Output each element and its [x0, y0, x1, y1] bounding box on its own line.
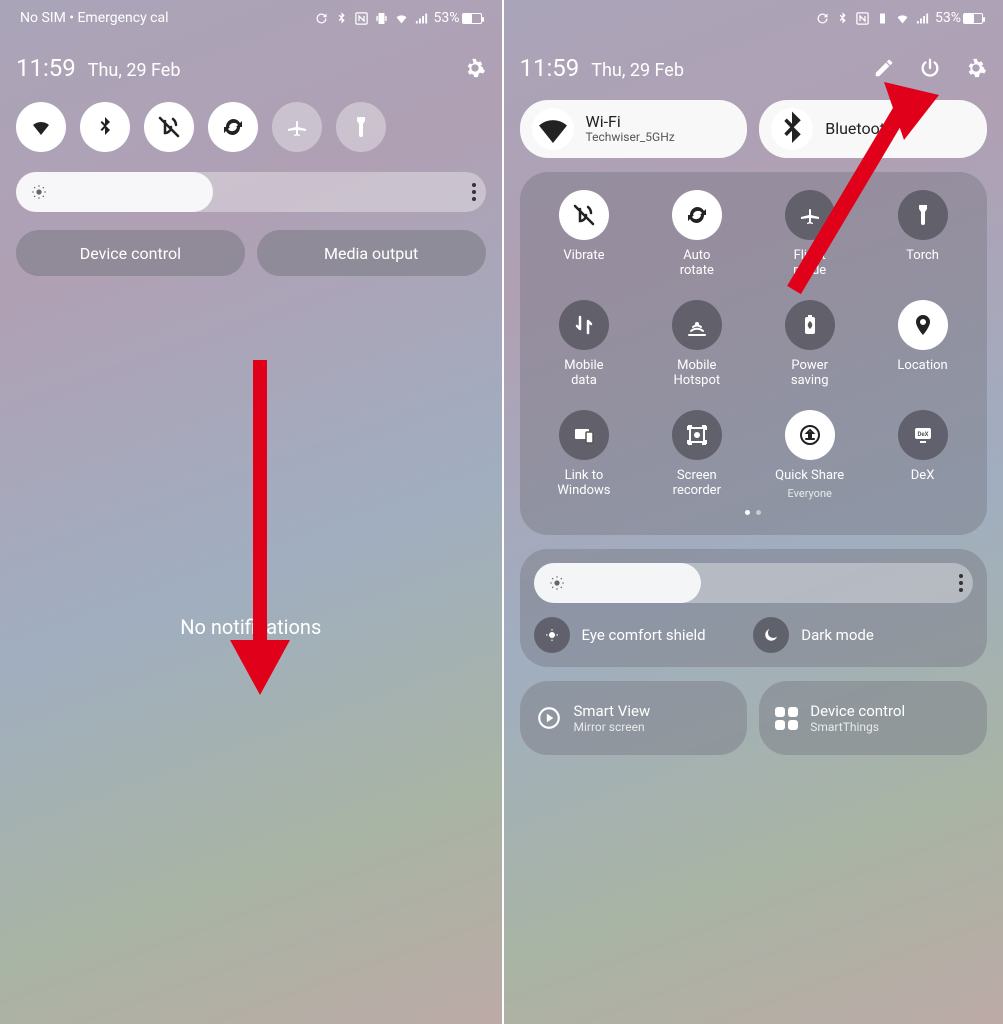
- status-bar: No SIM • Emergency cal 53%: [16, 0, 486, 32]
- signal-icon: [414, 11, 429, 26]
- location-tile[interactable]: Location: [866, 300, 979, 388]
- bluetooth-tile[interactable]: Bluetooth: [759, 100, 987, 158]
- dex-tile[interactable]: DeX DeX: [866, 410, 979, 500]
- bluetooth-icon: [835, 11, 850, 26]
- clock-row: 11:59 Thu, 29 Feb: [520, 54, 988, 82]
- eye-comfort-toggle[interactable]: Eye comfort shield: [534, 617, 754, 653]
- wifi-tile[interactable]: Wi-FiTechwiser_5GHz: [520, 100, 748, 158]
- battery-indicator: 53%: [935, 10, 983, 26]
- tile-label: Autorotate: [680, 248, 714, 278]
- quick-settings-grid: Vibrate Autorotate Flightmode Torch Mobi…: [520, 172, 988, 535]
- tile-subtitle: SmartThings: [810, 720, 905, 734]
- vibrate-icon: [875, 11, 890, 26]
- tile-label: Location: [897, 358, 947, 373]
- brightness-slider[interactable]: [16, 172, 486, 212]
- power-icon[interactable]: [919, 57, 941, 79]
- device-control-tile[interactable]: Device controlSmartThings: [759, 681, 987, 755]
- tile-title: Device control: [810, 702, 905, 720]
- torch-tile[interactable]: Torch: [866, 190, 979, 278]
- battery-indicator: 53%: [434, 10, 482, 26]
- vibrate-toggle[interactable]: [144, 102, 194, 152]
- sync-icon: [314, 11, 329, 26]
- tile-label: DeX: [911, 468, 935, 483]
- status-no-sim: No SIM • Emergency cal: [20, 10, 169, 26]
- brightness-more-icon[interactable]: [472, 183, 476, 201]
- wifi-toggle[interactable]: [16, 102, 66, 152]
- screen-recorder-tile[interactable]: Screenrecorder: [640, 410, 753, 500]
- signal-icon: [915, 11, 930, 26]
- torch-toggle[interactable]: [336, 102, 386, 152]
- clock-row: 11:59 Thu, 29 Feb: [16, 54, 486, 82]
- tile-label: Torch: [906, 248, 939, 263]
- smart-view-tile[interactable]: Smart ViewMirror screen: [520, 681, 748, 755]
- wifi-icon: [895, 11, 910, 26]
- no-notifications-label: No notifications: [0, 615, 502, 639]
- airplane-toggle[interactable]: [272, 102, 322, 152]
- vibrate-tile[interactable]: Vibrate: [528, 190, 641, 278]
- tile-label: Quick Share: [775, 468, 844, 483]
- mobile-hotspot-tile[interactable]: MobileHotspot: [640, 300, 753, 388]
- tile-label: MobileHotspot: [674, 358, 721, 388]
- smart-view-icon: [536, 705, 562, 731]
- clock-date: Thu, 29 Feb: [591, 60, 684, 81]
- device-control-icon: [775, 707, 798, 730]
- flight-mode-tile[interactable]: Flightmode: [753, 190, 866, 278]
- wifi-icon: [394, 11, 409, 26]
- quick-settings-expanded: 53% 11:59 Thu, 29 Feb Wi-FiTechwiser_5GH…: [502, 0, 1003, 1024]
- nfc-icon: [354, 11, 369, 26]
- wifi-title: Wi-Fi: [586, 113, 675, 131]
- media-output-button[interactable]: Media output: [257, 230, 486, 276]
- nfc-icon: [855, 11, 870, 26]
- quick-toggles-row: [16, 102, 486, 152]
- status-bar: 53%: [520, 0, 988, 32]
- brightness-low-icon: [30, 183, 48, 201]
- edit-icon[interactable]: [873, 57, 895, 79]
- auto-rotate-toggle[interactable]: [208, 102, 258, 152]
- bluetooth-title: Bluetooth: [825, 120, 894, 138]
- sync-icon: [815, 11, 830, 26]
- notification-shade-collapsed: No SIM • Emergency cal 53% 11:59 Thu, 29…: [0, 0, 502, 1024]
- tile-label: Screenrecorder: [673, 468, 721, 498]
- bluetooth-toggle[interactable]: [80, 102, 130, 152]
- tile-label: Vibrate: [563, 248, 604, 263]
- power-saving-tile[interactable]: Powersaving: [753, 300, 866, 388]
- tile-label: Flightmode: [793, 248, 826, 278]
- wifi-subtitle: Techwiser_5GHz: [586, 131, 675, 145]
- tile-label: Powersaving: [791, 358, 829, 388]
- vibrate-icon: [374, 11, 389, 26]
- annotation-swipe-down-arrow: [225, 360, 295, 704]
- brightness-slider[interactable]: [534, 563, 974, 603]
- mode-label: Eye comfort shield: [582, 626, 706, 644]
- tile-label: Link toWindows: [557, 468, 610, 498]
- battery-percent: 53%: [935, 10, 961, 26]
- device-control-button[interactable]: Device control: [16, 230, 245, 276]
- tile-sublabel: Everyone: [788, 487, 832, 500]
- mode-label: Dark mode: [801, 626, 874, 644]
- clock-time: 11:59: [520, 54, 580, 82]
- settings-icon[interactable]: [464, 57, 486, 79]
- dark-mode-toggle[interactable]: Dark mode: [753, 617, 973, 653]
- clock-date: Thu, 29 Feb: [88, 60, 181, 81]
- page-indicator[interactable]: [528, 510, 980, 515]
- quick-share-tile[interactable]: Quick Share Everyone: [753, 410, 866, 500]
- clock-time: 11:59: [16, 54, 76, 82]
- mobile-data-tile[interactable]: Mobiledata: [528, 300, 641, 388]
- settings-icon[interactable]: [965, 57, 987, 79]
- tile-subtitle: Mirror screen: [574, 720, 651, 734]
- brightness-more-icon[interactable]: [959, 574, 963, 592]
- tile-label: Mobiledata: [564, 358, 603, 388]
- brightness-low-icon: [548, 574, 566, 592]
- svg-text:DeX: DeX: [917, 431, 928, 438]
- bluetooth-icon: [334, 11, 349, 26]
- brightness-card: Eye comfort shield Dark mode: [520, 549, 988, 667]
- link-to-windows-tile[interactable]: Link toWindows: [528, 410, 641, 500]
- auto-rotate-tile[interactable]: Autorotate: [640, 190, 753, 278]
- tile-title: Smart View: [574, 702, 651, 720]
- battery-percent: 53%: [434, 10, 460, 26]
- bluetooth-icon: [771, 108, 813, 150]
- wifi-icon: [532, 108, 574, 150]
